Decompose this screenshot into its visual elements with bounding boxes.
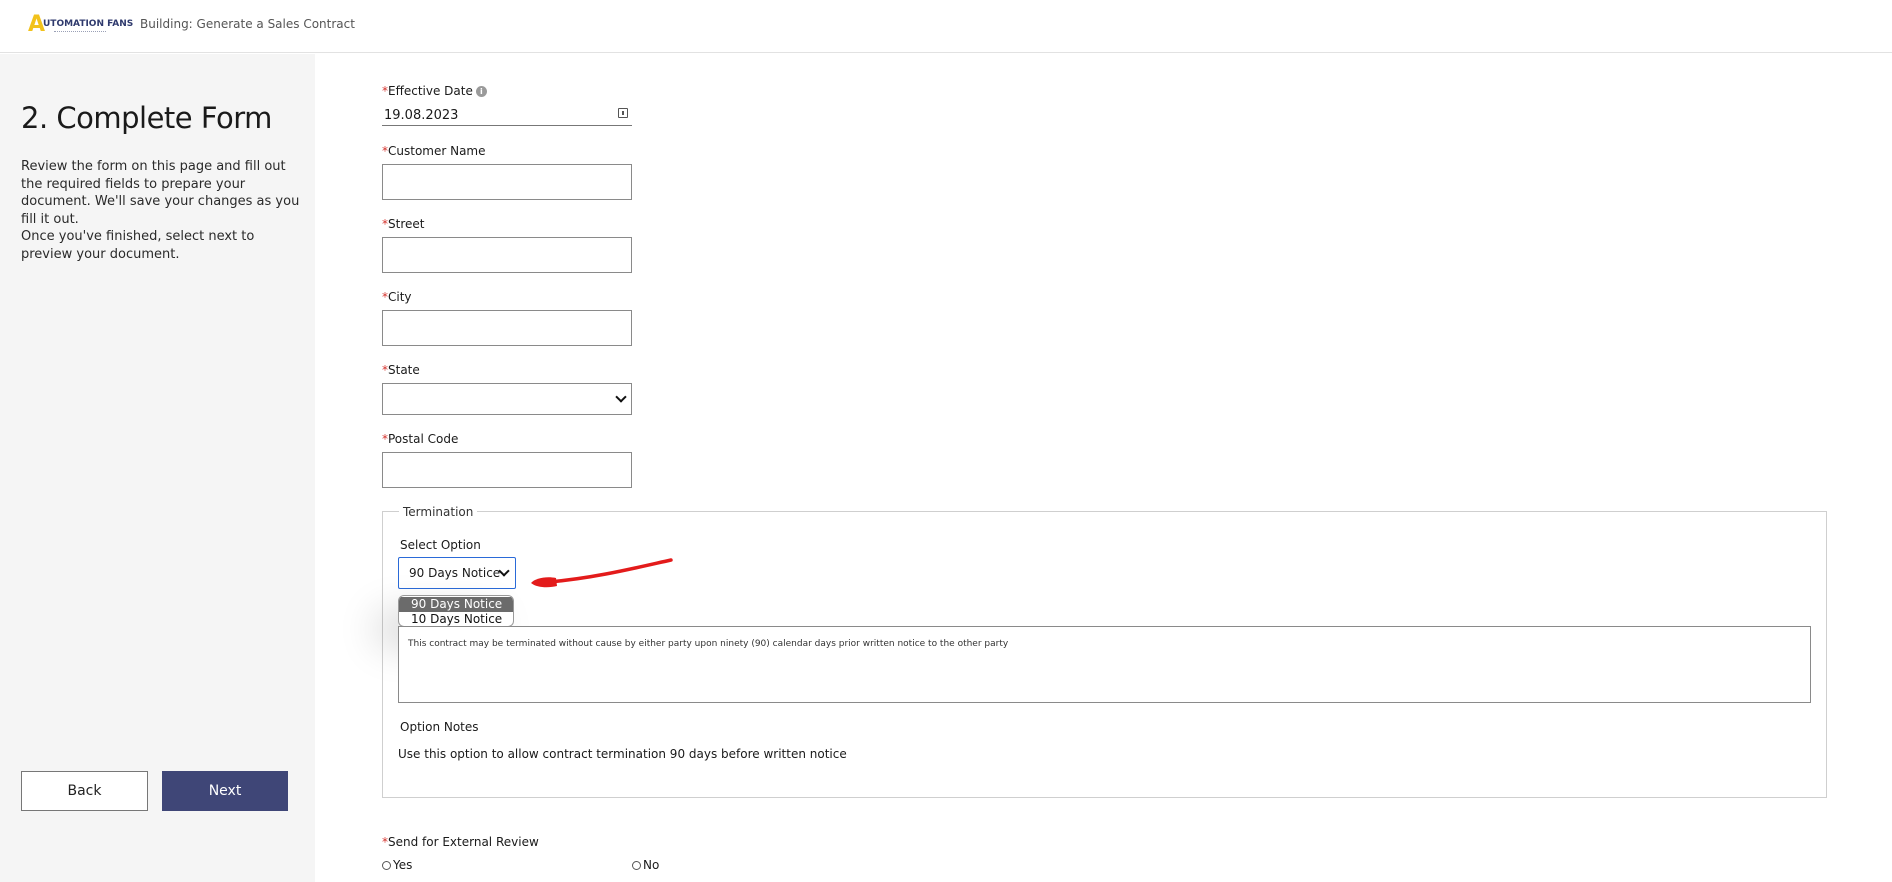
external-review-label: *Send for External Review — [382, 835, 539, 849]
automation-fans-logo[interactable]: A UTOMATION FANS — [28, 14, 133, 38]
customer-name-label: *Customer Name — [382, 144, 486, 158]
chevron-down-icon — [615, 391, 627, 403]
sidebar: 2. Complete Form Review the form on this… — [0, 54, 315, 882]
option-notes-text: Use this option to allow contract termin… — [398, 747, 847, 761]
postal-code-input[interactable] — [382, 452, 632, 488]
calendar-icon[interactable] — [618, 108, 628, 118]
app-header: A UTOMATION FANS Building: Generate a Sa… — [0, 0, 1892, 53]
effective-date-field — [382, 104, 632, 126]
effective-date-label-text: Effective Date — [388, 84, 473, 98]
effective-date-input[interactable] — [384, 106, 604, 124]
header-title: Building: Generate a Sales Contract — [140, 17, 355, 31]
termination-selected-value: 90 Days Notice — [409, 566, 501, 580]
street-label-text: Street — [388, 217, 425, 231]
option-notes-label: Option Notes — [400, 720, 479, 734]
external-review-no[interactable]: No — [632, 858, 659, 872]
street-label: *Street — [382, 217, 424, 231]
logo-text: UTOMATION FANS — [43, 19, 134, 29]
radio-no-label: No — [643, 858, 660, 872]
back-button[interactable]: Back — [21, 771, 148, 811]
select-option-label: Select Option — [400, 538, 481, 552]
radio-yes-label: Yes — [393, 858, 413, 872]
customer-name-input[interactable] — [382, 164, 632, 200]
postal-code-label-text: Postal Code — [388, 432, 459, 446]
effective-date-label: *Effective Date i — [382, 84, 487, 98]
next-button[interactable]: Next — [162, 771, 288, 811]
termination-option-dropdown: 90 Days Notice 10 Days Notice — [398, 595, 514, 627]
info-icon[interactable]: i — [475, 86, 487, 97]
dropdown-option-90-days[interactable]: 90 Days Notice — [399, 597, 513, 612]
radio-no[interactable] — [632, 860, 641, 870]
customer-name-label-text: Customer Name — [388, 144, 486, 158]
external-review-label-text: Send for External Review — [388, 835, 539, 849]
termination-legend: Termination — [399, 505, 478, 519]
sidebar-description: Review the form on this page and fill ou… — [21, 159, 300, 227]
street-input[interactable] — [382, 237, 632, 273]
sidebar-description-next: Once you've finished, select next to pre… — [21, 229, 255, 262]
termination-description-box[interactable]: This contract may be terminated without … — [398, 626, 1811, 703]
radio-yes[interactable] — [382, 860, 391, 870]
city-label: *City — [382, 290, 412, 304]
logo-tagline-line — [54, 31, 106, 33]
red-arrow-annotation — [531, 558, 673, 588]
city-label-text: City — [388, 290, 412, 304]
state-label-text: State — [388, 363, 420, 377]
state-select[interactable] — [382, 383, 632, 415]
page-title: 2. Complete Form — [21, 101, 272, 135]
termination-description-text: This contract may be terminated without … — [408, 639, 1009, 649]
termination-option-select[interactable]: 90 Days Notice — [398, 557, 516, 589]
city-input[interactable] — [382, 310, 632, 346]
dropdown-option-10-days[interactable]: 10 Days Notice — [399, 612, 513, 626]
state-label: *State — [382, 363, 420, 377]
postal-code-label: *Postal Code — [382, 432, 458, 446]
external-review-yes[interactable]: Yes — [382, 858, 412, 872]
